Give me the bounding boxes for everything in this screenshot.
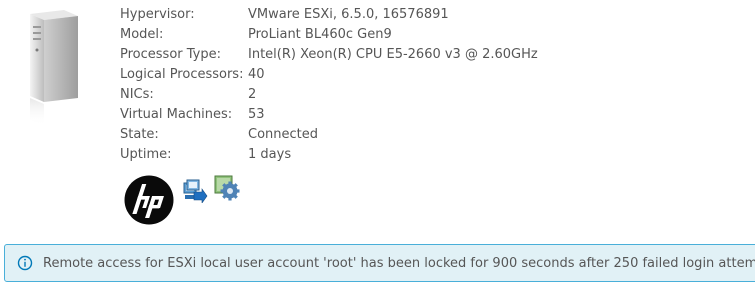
server-tower-icon xyxy=(30,10,78,126)
property-label: Model: xyxy=(120,26,164,42)
hp-logo xyxy=(124,175,174,225)
property-label: Virtual Machines: xyxy=(120,106,233,122)
alert-message: Remote access for ESXi local user accoun… xyxy=(43,255,755,271)
property-value: 40 xyxy=(248,66,265,82)
host-settings-icon[interactable] xyxy=(214,175,240,201)
property-label: Logical Processors: xyxy=(120,66,244,82)
info-alert: Remote access for ESXi local user accoun… xyxy=(4,244,755,282)
host-properties: Hypervisor: VMware ESXi, 6.5.0, 16576891… xyxy=(120,4,538,164)
property-row-hypervisor: Hypervisor: VMware ESXi, 6.5.0, 16576891 xyxy=(120,4,538,24)
property-label: Uptime: xyxy=(120,146,172,162)
property-row-state: State: Connected xyxy=(120,124,538,144)
property-value: 53 xyxy=(248,106,265,122)
info-icon xyxy=(17,255,33,271)
property-label: Processor Type: xyxy=(120,46,221,62)
migrate-vm-icon[interactable] xyxy=(182,177,208,203)
property-row-logical-processors: Logical Processors: 40 xyxy=(120,64,538,84)
property-label: State: xyxy=(120,126,159,142)
property-row-uptime: Uptime: 1 days xyxy=(120,144,538,164)
property-row-model: Model: ProLiant BL460c Gen9 xyxy=(120,24,538,44)
property-row-virtual-machines: Virtual Machines: 53 xyxy=(120,104,538,124)
property-value: Connected xyxy=(248,126,319,142)
property-value: 1 days xyxy=(248,146,292,162)
property-value: ProLiant BL460c Gen9 xyxy=(248,26,392,42)
property-label: NICs: xyxy=(120,86,154,102)
property-row-nics: NICs: 2 xyxy=(120,84,538,104)
property-value: VMware ESXi, 6.5.0, 16576891 xyxy=(248,6,449,22)
property-value: 2 xyxy=(248,86,257,102)
property-value: Intel(R) Xeon(R) CPU E5-2660 v3 @ 2.60GH… xyxy=(248,46,538,62)
property-label: Hypervisor: xyxy=(120,6,195,22)
vendor-and-actions xyxy=(124,175,240,225)
property-row-processor-type: Processor Type: Intel(R) Xeon(R) CPU E5-… xyxy=(120,44,538,64)
